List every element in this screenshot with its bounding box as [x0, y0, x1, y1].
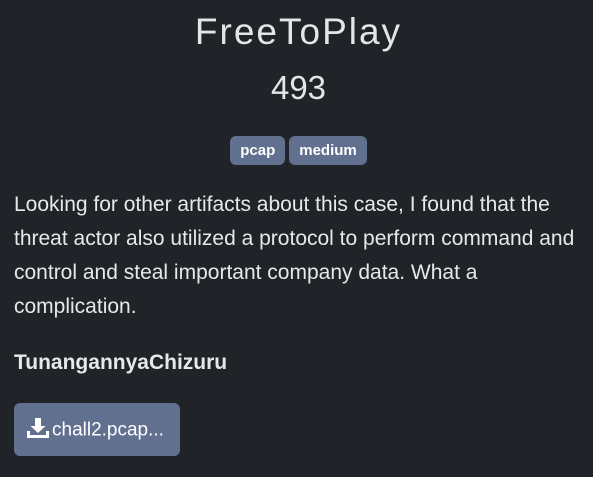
download-icon [27, 417, 49, 438]
file-name: chall2.pcap... [52, 419, 164, 441]
challenge-author: TunangannyaChizuru [14, 351, 228, 374]
challenge-points: 493 [270, 69, 327, 106]
challenge-panel: FreeToPlay 493 pcap medium Looking for o… [0, 0, 593, 477]
challenge-description: Looking for other artifacts about this c… [14, 193, 575, 318]
challenge-title: FreeToPlay [194, 11, 403, 52]
tag-list: pcap medium [0, 136, 593, 165]
tag-badge: pcap [230, 136, 286, 165]
download-file-button[interactable]: chall2.pcap... [14, 403, 180, 456]
tag-badge: medium [289, 136, 367, 165]
